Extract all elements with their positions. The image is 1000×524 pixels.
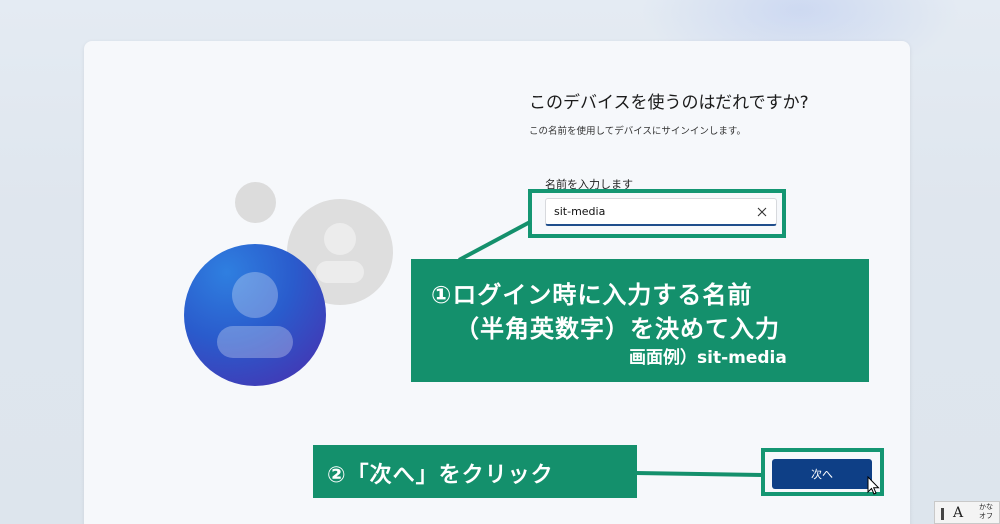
mouse-cursor-icon xyxy=(867,476,880,495)
ime-kana-status: かな オフ xyxy=(979,503,993,521)
ime-indicator[interactable]: A かな オフ xyxy=(934,501,1000,524)
page-subtitle: この名前を使用してデバイスにサインインします。 xyxy=(529,126,746,137)
user-avatar xyxy=(184,244,326,386)
callout1-line3: 画面例）sit-media xyxy=(629,348,787,368)
page-title: このデバイスを使うのはだれですか? xyxy=(529,93,809,113)
ime-kana-bottom: オフ xyxy=(979,512,993,520)
ime-mode-label: A xyxy=(953,505,964,521)
callout2-text: ②「次へ」をクリック xyxy=(327,463,554,488)
ime-caret-icon xyxy=(941,508,944,520)
name-field-highlight xyxy=(528,189,786,238)
small-avatar-dot xyxy=(235,182,276,223)
user-silhouette-icon xyxy=(217,272,293,358)
ime-kana-top: かな xyxy=(979,503,993,511)
callout1-line1: ①ログイン時に入力する名前 xyxy=(431,281,753,309)
callout1-line2: （半角英数字）を決めて入力 xyxy=(455,315,780,343)
instruction-callout-name: ①ログイン時に入力する名前 （半角英数字）を決めて入力 画面例）sit-medi… xyxy=(411,259,869,382)
instruction-callout-next: ②「次へ」をクリック xyxy=(313,445,637,498)
next-button[interactable]: 次へ xyxy=(772,459,872,489)
